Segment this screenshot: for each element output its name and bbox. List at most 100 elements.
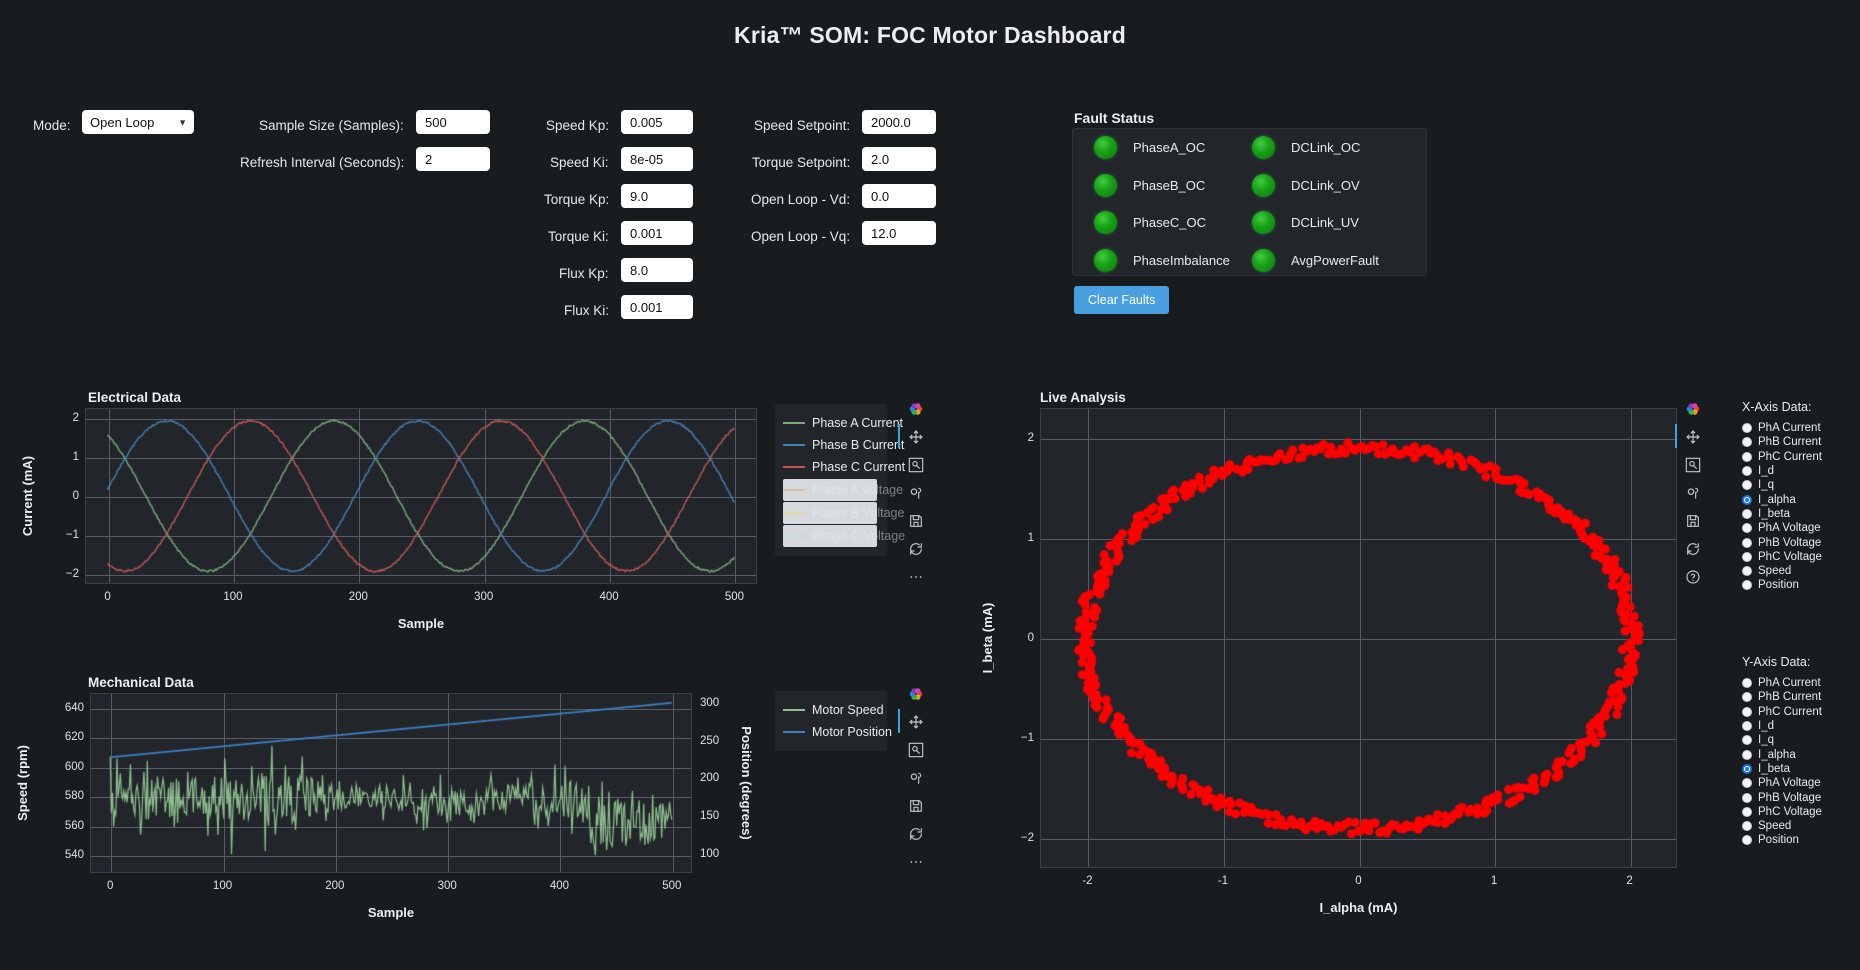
y-axis-option-phb-current[interactable]: PhB Current [1742, 690, 1822, 704]
lasso-select-icon[interactable] [905, 482, 927, 504]
control-input-open-loop-vq[interactable] [862, 221, 936, 245]
mode-select-wrapper[interactable]: Open LoopClosed Loop▼ [82, 110, 194, 134]
x-axis-option-phc-voltage[interactable]: PhC Voltage [1742, 550, 1822, 564]
radio-button-icon[interactable] [1742, 778, 1752, 788]
control-input-speed-setpoint[interactable] [862, 110, 936, 134]
x-axis-option-speed[interactable]: Speed [1742, 564, 1822, 578]
clear-faults-button[interactable]: Clear Faults [1074, 286, 1169, 314]
control-input-sample-size-samples[interactable] [416, 110, 490, 134]
fault-led-icon [1252, 249, 1275, 272]
x-axis-option-i-beta[interactable]: I_beta [1742, 507, 1822, 521]
radio-button-icon[interactable] [1742, 835, 1752, 845]
y-axis-option-i-beta[interactable]: I_beta [1742, 762, 1822, 776]
radio-button-icon[interactable] [1742, 538, 1752, 548]
legend-item[interactable]: Motor Position [783, 721, 877, 743]
radio-button-icon[interactable] [1742, 466, 1752, 476]
radio-button-icon[interactable] [1742, 692, 1752, 702]
x-axis-option-pha-voltage[interactable]: PhA Voltage [1742, 521, 1822, 535]
y-tick-label: −1 [994, 732, 1034, 744]
lasso-select-icon[interactable] [1682, 482, 1704, 504]
radio-button-icon[interactable] [1742, 821, 1752, 831]
radio-button-icon[interactable] [1742, 764, 1752, 774]
control-input-flux-ki[interactable] [621, 295, 693, 319]
y-axis-option-pha-voltage[interactable]: PhA Voltage [1742, 776, 1822, 790]
reset-axes-icon[interactable] [1682, 538, 1704, 560]
legend-item[interactable]: Phase C Voltage [783, 525, 877, 547]
legend-item[interactable]: Phase B Current [783, 434, 877, 456]
x-axis-option-phb-voltage[interactable]: PhB Voltage [1742, 535, 1822, 549]
more-options-icon[interactable] [905, 566, 927, 588]
reset-axes-icon[interactable] [905, 538, 927, 560]
save-disk-icon[interactable] [1682, 510, 1704, 532]
x-axis-option-i-d[interactable]: I_d [1742, 464, 1822, 478]
radio-button-icon[interactable] [1742, 523, 1752, 533]
y-axis-option-i-q[interactable]: I_q [1742, 733, 1822, 747]
legend-label: Phase A Current [812, 416, 903, 430]
save-disk-icon[interactable] [905, 510, 927, 532]
radio-button-icon[interactable] [1742, 452, 1752, 462]
y-axis-option-phb-voltage[interactable]: PhB Voltage [1742, 790, 1822, 804]
y-tick-label: 540 [44, 849, 84, 861]
more-options-icon[interactable] [905, 851, 927, 873]
radio-button-icon[interactable] [1742, 678, 1752, 688]
radio-button-icon[interactable] [1742, 707, 1752, 717]
y-axis-option-speed[interactable]: Speed [1742, 819, 1822, 833]
plotly-logo-icon[interactable] [905, 683, 927, 705]
reset-axes-icon[interactable] [905, 823, 927, 845]
control-input-torque-ki[interactable] [621, 221, 693, 245]
mode-select[interactable]: Open LoopClosed Loop [82, 110, 194, 134]
legend-item[interactable]: Phase A Voltage [783, 479, 877, 501]
y-axis-option-position[interactable]: Position [1742, 833, 1822, 847]
radio-button-icon[interactable] [1742, 566, 1752, 576]
x-tick-label: 0 [107, 880, 113, 892]
zoom-box-icon[interactable] [905, 739, 927, 761]
zoom-box-icon[interactable] [905, 454, 927, 476]
lasso-select-icon[interactable] [905, 767, 927, 789]
plotly-logo-icon[interactable] [1682, 398, 1704, 420]
radio-button-icon[interactable] [1742, 495, 1752, 505]
radio-button-icon[interactable] [1742, 437, 1752, 447]
control-input-open-loop-vd[interactable] [862, 184, 936, 208]
x-axis-option-i-alpha[interactable]: I_alpha [1742, 492, 1822, 506]
x-axis-option-phc-current[interactable]: PhC Current [1742, 450, 1822, 464]
control-input-torque-setpoint[interactable] [862, 147, 936, 171]
plot-title: Live Analysis [1040, 390, 1126, 405]
plotly-logo-icon[interactable] [905, 398, 927, 420]
pan-icon[interactable] [905, 711, 927, 733]
y-axis-option-i-alpha[interactable]: I_alpha [1742, 747, 1822, 761]
legend-item[interactable]: Phase B Voltage [783, 502, 877, 524]
x-tick-label: 400 [599, 591, 618, 603]
x-axis-option-position[interactable]: Position [1742, 578, 1822, 592]
radio-button-icon[interactable] [1742, 423, 1752, 433]
radio-button-icon[interactable] [1742, 807, 1752, 817]
control-input-speed-ki[interactable] [621, 147, 693, 171]
y-axis-option-phc-current[interactable]: PhC Current [1742, 705, 1822, 719]
zoom-box-icon[interactable] [1682, 454, 1704, 476]
pan-icon[interactable] [905, 426, 927, 448]
radio-button-icon[interactable] [1742, 552, 1752, 562]
legend-color-swatch [783, 466, 805, 468]
help-icon[interactable] [1682, 566, 1704, 588]
radio-button-icon[interactable] [1742, 721, 1752, 731]
radio-button-icon[interactable] [1742, 750, 1752, 760]
control-input-speed-kp[interactable] [621, 110, 693, 134]
radio-button-icon[interactable] [1742, 580, 1752, 590]
save-disk-icon[interactable] [905, 795, 927, 817]
radio-button-icon[interactable] [1742, 735, 1752, 745]
legend-item[interactable]: Phase A Current [783, 412, 877, 434]
control-input-torque-kp[interactable] [621, 184, 693, 208]
y-axis-option-phc-voltage[interactable]: PhC Voltage [1742, 805, 1822, 819]
y-axis-option-i-d[interactable]: I_d [1742, 719, 1822, 733]
radio-button-icon[interactable] [1742, 509, 1752, 519]
radio-button-icon[interactable] [1742, 793, 1752, 803]
y-axis-option-pha-current[interactable]: PhA Current [1742, 676, 1822, 690]
x-axis-option-pha-current[interactable]: PhA Current [1742, 421, 1822, 435]
legend-item[interactable]: Motor Speed [783, 699, 877, 721]
x-axis-option-phb-current[interactable]: PhB Current [1742, 435, 1822, 449]
pan-icon[interactable] [1682, 426, 1704, 448]
control-input-flux-kp[interactable] [621, 258, 693, 282]
radio-button-icon[interactable] [1742, 480, 1752, 490]
x-axis-option-i-q[interactable]: I_q [1742, 478, 1822, 492]
legend-item[interactable]: Phase C Current [783, 456, 877, 478]
control-input-refresh-interval-seconds[interactable] [416, 147, 490, 171]
